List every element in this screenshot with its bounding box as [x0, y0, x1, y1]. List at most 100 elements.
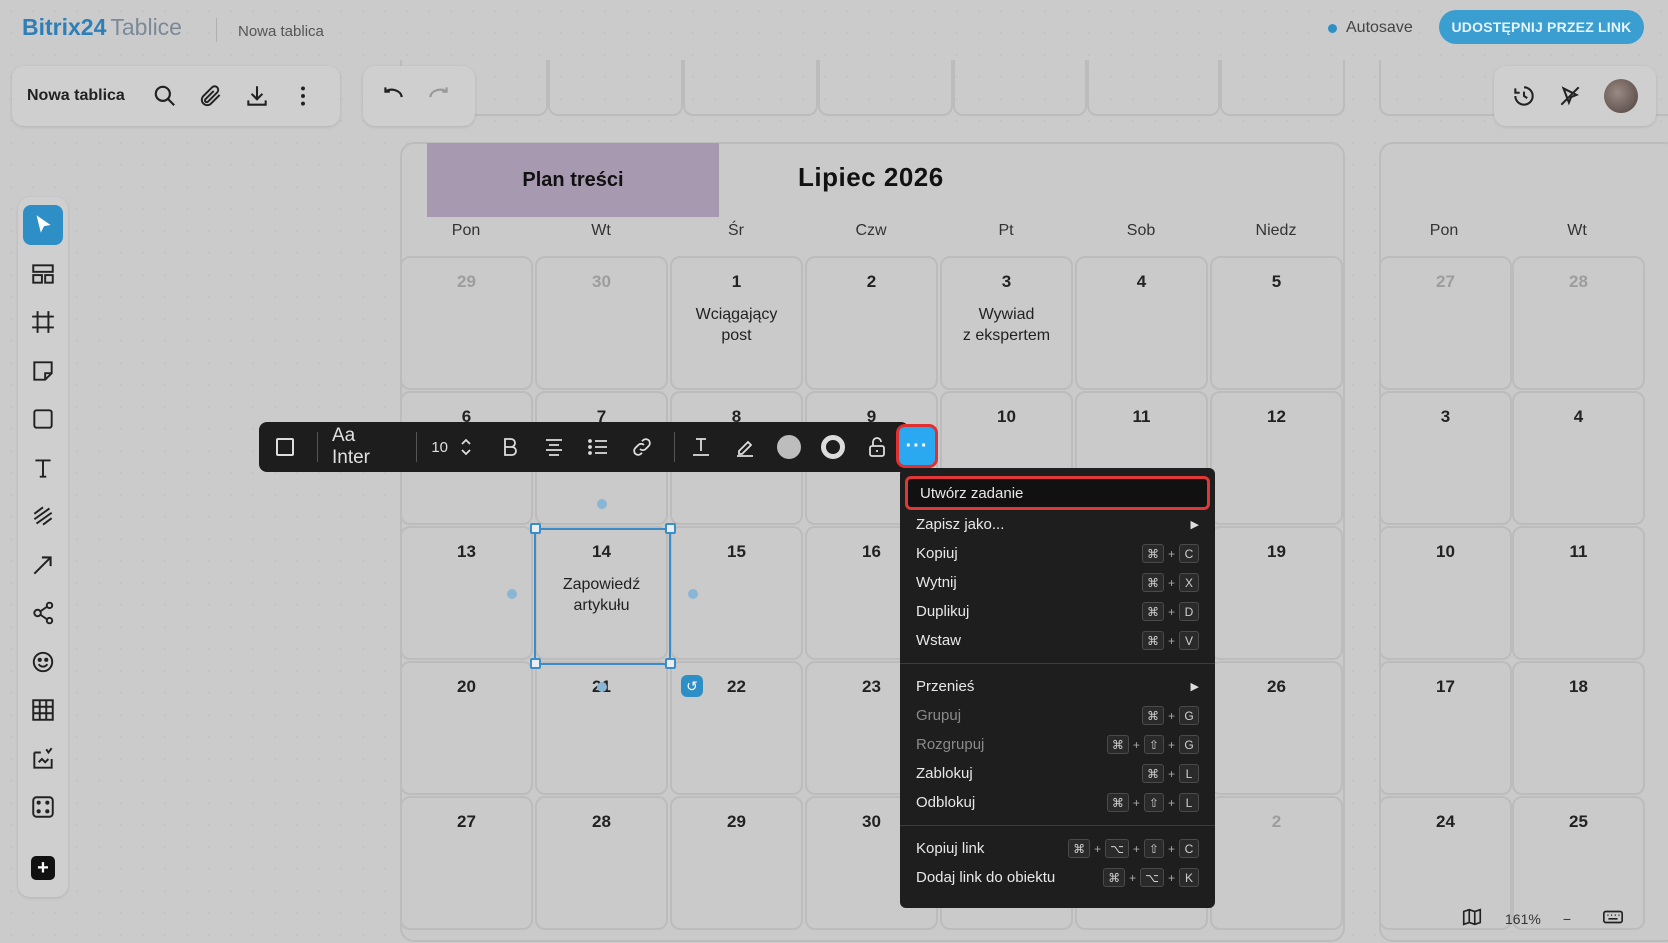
menu-item[interactable]: Kopiuj ⌘ + C [900, 539, 1215, 568]
shortcut: ⌘ + X [1141, 573, 1199, 592]
connector-dot[interactable] [507, 589, 517, 599]
zoom-level[interactable]: 161% [1505, 911, 1541, 927]
calendar-day-cell[interactable]: 20 [400, 661, 533, 795]
text-color-icon[interactable] [689, 422, 713, 472]
undo-icon[interactable] [375, 78, 411, 114]
day-note[interactable]: Wciągający post [672, 304, 801, 346]
day-number: 26 [1267, 677, 1286, 696]
frame-tool[interactable] [23, 302, 63, 342]
calendar-day-cell[interactable]: 12 [1210, 391, 1343, 525]
font-size-stepper-icon[interactable] [454, 422, 478, 472]
calendar-day-cell[interactable]: 18 [1512, 661, 1645, 795]
shape-tool[interactable] [23, 399, 63, 439]
font-select[interactable]: Aa Inter [332, 422, 396, 472]
menu-item[interactable]: Wytnij ⌘ + X [900, 568, 1215, 597]
menu-item[interactable]: Zablokuj ⌘ + L [900, 759, 1215, 788]
bold-icon[interactable] [498, 422, 522, 472]
menu-item[interactable]: Grupuj ⌘ + G [900, 701, 1215, 730]
menu-item[interactable]: Odblokuj ⌘ + ⇧ + L [900, 788, 1215, 817]
pen-tool[interactable] [23, 496, 63, 536]
map-icon[interactable] [1461, 906, 1483, 931]
connector-dot[interactable] [688, 589, 698, 599]
calendar-day-cell[interactable]: 3 Wywiad z ekspertem [940, 256, 1073, 390]
plan-label[interactable]: Plan treści [427, 143, 719, 217]
more-options-button[interactable]: ··· [896, 424, 938, 468]
calendar-day-cell[interactable]: 29 [670, 796, 803, 930]
calendar-day-cell[interactable]: 17 [1379, 661, 1512, 795]
download-icon[interactable] [239, 78, 275, 114]
arrow-tool[interactable] [23, 545, 63, 585]
more-vertical-icon[interactable] [285, 78, 321, 114]
border-color-icon[interactable] [821, 422, 845, 472]
share-link-button[interactable]: UDOSTĘPNIJ PRZEZ LINK [1439, 10, 1644, 44]
history-clock-icon[interactable] [1506, 78, 1542, 114]
connector-dot[interactable] [597, 499, 607, 509]
calendar-day-cell[interactable]: 29 [400, 256, 533, 390]
keyboard-icon[interactable] [1601, 906, 1625, 931]
stickers-tool[interactable] [23, 642, 63, 682]
menu-item[interactable]: Wstaw ⌘ + V [900, 626, 1215, 655]
image-upload-tool[interactable] [23, 739, 63, 779]
calendar-day-cell[interactable]: 10 [1379, 526, 1512, 660]
calendar-day-cell[interactable]: 26 [1210, 661, 1343, 795]
calendar-day-cell[interactable]: 28 [535, 796, 668, 930]
add-plus-icon[interactable]: + [23, 848, 63, 888]
redo-icon[interactable] [421, 78, 457, 114]
lock-icon[interactable] [865, 422, 889, 472]
resize-handle[interactable] [665, 523, 676, 534]
calendar-day-cell[interactable]: 4 [1075, 256, 1208, 390]
calendar-day-cell[interactable]: 30 [535, 256, 668, 390]
menu-item[interactable]: Dodaj link do obiektu ⌘ + ⌥ + K [900, 863, 1215, 892]
menu-item[interactable]: Przenieś ▶ [900, 672, 1215, 701]
calendar-day-cell[interactable]: 3 [1379, 391, 1512, 525]
fill-color-icon[interactable] [777, 422, 801, 472]
calendar-day-cell[interactable]: 1 Wciągający post [670, 256, 803, 390]
board-title[interactable]: Nowa tablica [238, 23, 324, 40]
search-icon[interactable] [147, 78, 183, 114]
calendar-day-cell[interactable]: 19 [1210, 526, 1343, 660]
mind-map-tool[interactable] [23, 593, 63, 633]
dice-tool[interactable] [23, 787, 63, 827]
table-tool[interactable] [23, 690, 63, 730]
calendar-day-cell[interactable]: 27 [1379, 256, 1512, 390]
calendar-day-cell[interactable]: 2 [1210, 796, 1343, 930]
day-note[interactable]: Wywiad z ekspertem [942, 304, 1071, 346]
calendar-day-cell[interactable]: 4 [1512, 391, 1645, 525]
calendar-day-cell[interactable]: 5 [1210, 256, 1343, 390]
highlight-icon[interactable] [733, 422, 757, 472]
link-icon[interactable] [630, 422, 654, 472]
zoom-out-button[interactable]: − [1563, 911, 1571, 927]
user-avatar[interactable] [1604, 79, 1638, 113]
align-center-icon[interactable] [542, 422, 566, 472]
resize-handle[interactable] [530, 523, 541, 534]
resize-handle[interactable] [530, 658, 541, 669]
board-name[interactable]: Nowa tablica [27, 87, 125, 105]
menu-item[interactable]: Rozgrupuj ⌘ + ⇧ + G [900, 730, 1215, 759]
calendar-day-cell[interactable]: 27 [400, 796, 533, 930]
calendar-top-cell [1087, 60, 1220, 116]
font-size-value[interactable]: 10 [431, 422, 448, 472]
day-number: 3 [1001, 272, 1012, 291]
calendar-day-cell[interactable]: 2 [805, 256, 938, 390]
shortcut: ⌘ + ⇧ + L [1106, 793, 1199, 812]
menu-item[interactable]: Utwórz zadanie [905, 476, 1210, 510]
menu-item[interactable]: Kopiuj link ⌘ + ⌥ + ⇧ + C [900, 834, 1215, 863]
border-square-icon[interactable] [273, 422, 297, 472]
bullet-list-icon[interactable] [586, 422, 610, 472]
connector-dot[interactable] [597, 682, 607, 692]
selection-box[interactable] [534, 528, 671, 665]
resize-handle[interactable] [665, 658, 676, 669]
calendar-day-cell[interactable]: 28 [1512, 256, 1645, 390]
template-tool[interactable] [23, 254, 63, 294]
calendar-day-cell[interactable]: 11 [1512, 526, 1645, 660]
month-title[interactable]: Lipiec 2026 [798, 162, 944, 193]
sticky-note-tool[interactable] [23, 351, 63, 391]
menu-item[interactable]: Duplikuj ⌘ + D [900, 597, 1215, 626]
select-tool[interactable] [23, 205, 63, 245]
rotate-handle-icon[interactable]: ↺ [681, 675, 703, 697]
text-tool[interactable] [23, 448, 63, 488]
attach-icon[interactable] [193, 78, 229, 114]
shortcut-key: ⇧ [1143, 793, 1164, 812]
cursor-off-icon[interactable] [1552, 78, 1588, 114]
menu-item[interactable]: Zapisz jako... ▶ [900, 510, 1215, 539]
